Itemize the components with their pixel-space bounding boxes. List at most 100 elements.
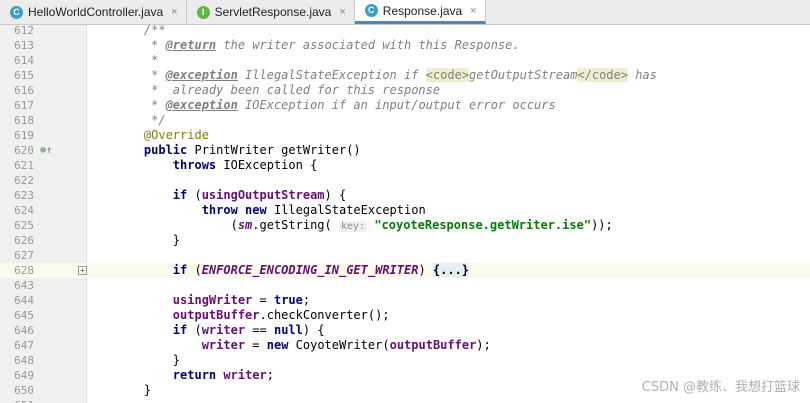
code-line[interactable]: 619 @Override (0, 128, 810, 143)
code-token: "coyoteResponse.getWriter.ise" (374, 218, 592, 232)
code-token: outputBuffer (389, 338, 477, 352)
fold-expand-icon[interactable]: + (78, 266, 87, 275)
code-text: usingWriter = true; (115, 293, 310, 308)
code-token: </code> (577, 68, 628, 82)
code-token: ( (187, 263, 202, 277)
code-line[interactable]: 625 (sm.getString( key: "coyoteResponse.… (0, 218, 810, 233)
code-token: IllegalStateException (266, 203, 426, 217)
close-icon[interactable]: × (339, 6, 345, 18)
code-token: ; (302, 293, 311, 307)
code-token: IOException if an input/output error occ… (237, 98, 556, 112)
code-text: if (ENFORCE_ENCODING_IN_GET_WRITER) {...… (115, 263, 470, 278)
code-token: ) (418, 263, 433, 277)
code-token: @exception (165, 98, 238, 112)
code-text: if (writer == null) { (115, 323, 325, 338)
tab-servletresponse-java[interactable]: I ServletResponse.java × (187, 0, 355, 24)
code-editor[interactable]: 612 /** 613 * @return the writer associat… (0, 25, 810, 403)
tab-label: ServletResponse.java (214, 5, 332, 19)
code-line[interactable]: 616 * already been called for this respo… (0, 83, 810, 98)
tab-helloworldcontroller-java[interactable]: C HelloWorldController.java × (0, 0, 187, 24)
code-line[interactable]: 615 * @exception IllegalStateException i… (0, 68, 810, 83)
code-line[interactable]: 614 * (0, 53, 810, 68)
code-line[interactable]: 617 * @exception IOException if an input… (0, 98, 810, 113)
code-text: * (115, 53, 158, 68)
code-text: throw new IllegalStateException (115, 203, 426, 218)
code-text: @Override (115, 128, 209, 143)
code-text: /** (115, 25, 166, 38)
code-token: null (273, 323, 303, 337)
code-line[interactable]: 628 + if (ENFORCE_ENCODING_IN_GET_WRITER)… (0, 263, 810, 278)
code-token: return (172, 368, 217, 382)
code-line[interactable]: 620 ⊕↑ public PrintWriter getWriter() (0, 143, 810, 158)
code-line[interactable]: 626 } (0, 233, 810, 248)
tab-response-java[interactable]: C Response.java × (354, 0, 486, 24)
code-token: if (172, 263, 188, 277)
code-token: throw new (201, 203, 267, 217)
code-token: IOException { (216, 158, 318, 172)
folded-region[interactable]: {...} (432, 263, 470, 277)
code-token: = (252, 293, 274, 307)
line-number: 612 (14, 25, 34, 37)
code-token: ( (115, 218, 238, 232)
code-line[interactable]: 621 throws IOException { (0, 158, 810, 173)
code-text: throws IOException { (115, 158, 318, 173)
close-icon[interactable]: × (470, 5, 476, 17)
code-token: .getString( (252, 218, 339, 232)
line-number: 650 (14, 384, 34, 397)
code-line[interactable]: 613 * @return the writer associated with… (0, 38, 810, 53)
code-token: PrintWriter getWriter() (187, 143, 361, 157)
code-token: has (627, 68, 657, 82)
line-number: 618 (14, 114, 34, 127)
code-token: key: (338, 221, 368, 232)
code-text: } (115, 233, 180, 248)
code-line[interactable]: 644 usingWriter = true; (0, 293, 810, 308)
code-token: ENFORCE_ENCODING_IN_GET_WRITER (201, 263, 419, 277)
code-token: getOutputStream (469, 68, 578, 82)
code-token: * (115, 68, 166, 82)
tab-label: HelloWorldController.java (28, 5, 164, 19)
code-line[interactable]: 624 throw new IllegalStateException (0, 203, 810, 218)
code-line[interactable]: 612 /** (0, 25, 810, 38)
line-number: 651 (0, 398, 34, 403)
line-number: 646 (14, 324, 34, 337)
code-token: ( (187, 188, 202, 202)
code-token: == (245, 323, 274, 337)
code-line[interactable]: 618 */ (0, 113, 810, 128)
line-number: 617 (14, 99, 34, 112)
code-line[interactable]: 648 } (0, 353, 810, 368)
code-line[interactable]: 651 (0, 398, 810, 403)
code-text: if (usingOutputStream) { (115, 188, 346, 203)
code-token: sm (237, 218, 253, 232)
line-number: 614 (14, 54, 34, 67)
close-icon[interactable]: × (171, 6, 177, 18)
line-number: 622 (14, 174, 34, 187)
code-line[interactable]: 647 writer = new CoyoteWriter(outputBuff… (0, 338, 810, 353)
code-token: @return (165, 38, 217, 52)
code-token: * already been called for this response (115, 83, 441, 97)
editor-tab-bar: C HelloWorldController.java × I ServletRespo… (0, 0, 810, 25)
line-number: 619 (14, 129, 34, 142)
code-token: )); (591, 218, 613, 232)
code-text: } (115, 353, 180, 368)
line-number: 645 (14, 309, 34, 322)
code-line[interactable]: 645 outputBuffer.checkConverter(); (0, 308, 810, 323)
code-token: writer (201, 323, 246, 337)
line-number: 623 (14, 189, 34, 202)
code-line[interactable]: 623 if (usingOutputStream) { (0, 188, 810, 203)
code-line[interactable]: 643 (0, 278, 810, 293)
code-line[interactable]: 646 if (writer == null) { (0, 323, 810, 338)
line-number: 644 (14, 294, 34, 307)
code-line[interactable]: 627 (0, 248, 810, 263)
code-token: * (115, 53, 159, 67)
code-token: writer (223, 368, 267, 382)
override-marker-icon[interactable]: ⊕↑ (40, 143, 54, 158)
code-token: ) { (302, 323, 325, 337)
code-text: * @exception IllegalStateException if <c… (115, 68, 657, 83)
code-line[interactable]: 622 (0, 173, 810, 188)
code-token: } (115, 353, 181, 367)
